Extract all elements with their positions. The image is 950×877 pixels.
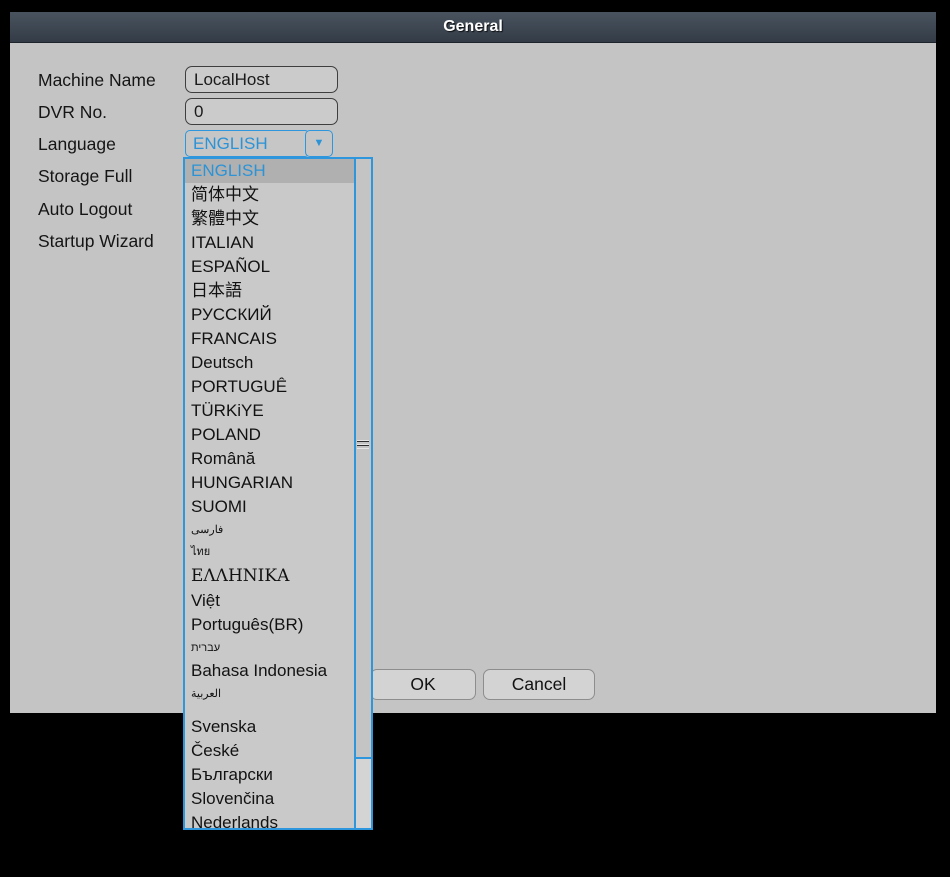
dropdown-option[interactable]: فارسی	[185, 519, 354, 541]
dropdown-option[interactable]: العربية	[185, 683, 354, 705]
general-settings-dialog: General Machine Name DVR No. Language St…	[10, 12, 936, 713]
dropdown-option[interactable]: 繁體中文	[185, 207, 354, 231]
dropdown-option[interactable]: Português(BR)	[185, 613, 354, 637]
dropdown-option[interactable]: Slovenčina	[185, 787, 354, 811]
startup-wizard-label: Startup Wizard	[38, 229, 154, 253]
dropdown-scrollbar[interactable]	[354, 159, 371, 828]
dropdown-option[interactable]: FRANCAIS	[185, 327, 354, 351]
dropdown-option[interactable]: ENGLISH	[185, 159, 354, 183]
dropdown-option[interactable]: TÜRKiYE	[185, 399, 354, 423]
dropdown-option[interactable]: POLAND	[185, 423, 354, 447]
dropdown-option[interactable]: Deutsch	[185, 351, 354, 375]
dropdown-option[interactable]: Nederlands	[185, 811, 354, 828]
dropdown-option[interactable]: 日本語	[185, 279, 354, 303]
dropdown-option[interactable]: Български	[185, 763, 354, 787]
dropdown-option[interactable]: Română	[185, 447, 354, 471]
scrollbar-grip-icon	[357, 440, 369, 449]
language-dropdown-list: ENGLISH简体中文繁體中文ITALIANESPAÑOL日本語РУССКИЙF…	[183, 157, 373, 830]
dropdown-option[interactable]: РУССКИЙ	[185, 303, 354, 327]
dropdown-option[interactable]: ΕΛΛΗΝΙΚΑ	[185, 563, 354, 589]
dvr-no-label: DVR No.	[38, 100, 107, 124]
language-select-value: ENGLISH	[193, 134, 268, 154]
dialog-title: General	[443, 18, 503, 36]
dropdown-option[interactable]: HUNGARIAN	[185, 471, 354, 495]
language-select-arrow-button[interactable]: ▼	[305, 130, 333, 157]
ok-button[interactable]: OK	[370, 669, 476, 700]
scrollbar-thumb[interactable]	[356, 159, 371, 759]
language-label: Language	[38, 132, 116, 156]
dropdown-option[interactable]: SUOMI	[185, 495, 354, 519]
dialog-body: Machine Name DVR No. Language Storage Fu…	[10, 43, 936, 713]
machine-name-input[interactable]	[185, 66, 338, 93]
dropdown-options: ENGLISH简体中文繁體中文ITALIANESPAÑOL日本語РУССКИЙF…	[185, 159, 354, 828]
auto-logout-label: Auto Logout	[38, 197, 132, 221]
dropdown-option[interactable]: PORTUGUÊ	[185, 375, 354, 399]
machine-name-label: Machine Name	[38, 68, 156, 92]
dropdown-option[interactable]: Việt	[185, 589, 354, 613]
language-select[interactable]: ENGLISH	[185, 130, 310, 157]
dropdown-option[interactable]: עברית	[185, 637, 354, 659]
dvr-no-input[interactable]	[185, 98, 338, 125]
dropdown-option[interactable]: 简体中文	[185, 183, 354, 207]
dropdown-option[interactable]: Svenska	[185, 715, 354, 739]
scrollbar-track-lower[interactable]	[356, 759, 371, 828]
dropdown-option[interactable]: ITALIAN	[185, 231, 354, 255]
dropdown-option[interactable]: ESPAÑOL	[185, 255, 354, 279]
dropdown-option[interactable]: České	[185, 739, 354, 763]
cancel-button[interactable]: Cancel	[483, 669, 595, 700]
chevron-down-icon: ▼	[314, 138, 325, 149]
dropdown-option[interactable]: Bahasa Indonesia	[185, 659, 354, 683]
dialog-titlebar: General	[10, 12, 936, 43]
dropdown-option[interactable]: ไทย	[185, 541, 354, 563]
storage-full-label: Storage Full	[38, 164, 132, 188]
